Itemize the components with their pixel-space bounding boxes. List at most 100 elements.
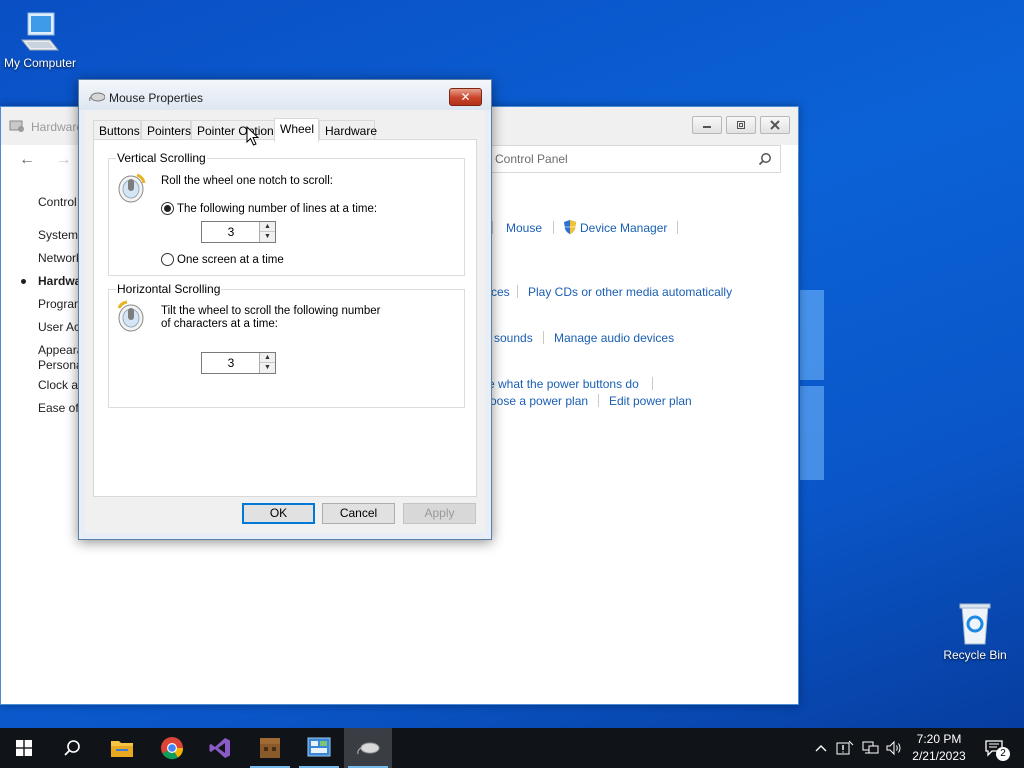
close-icon <box>770 120 780 130</box>
windows-logo-light <box>800 290 824 480</box>
network-icon[interactable] <box>861 740 879 756</box>
link-device-manager[interactable]: Device Manager <box>580 221 667 235</box>
desktop-icon-my-computer[interactable]: My Computer <box>0 10 80 70</box>
current-page-bullet <box>21 279 26 284</box>
clock-date: 2/21/2023 <box>912 749 966 763</box>
taskbar-file-explorer[interactable] <box>98 728 146 768</box>
clock-time: 7:20 PM <box>916 732 962 746</box>
wheel-tab-panel: Vertical Scrolling Roll the wheel one no… <box>93 139 477 497</box>
close-icon: ✕ <box>460 90 471 104</box>
horizontal-scrolling-group: Horizontal Scrolling Tilt the wheel to s… <box>108 282 465 408</box>
vertical-intro-text: Roll the wheel one notch to scroll: <box>161 175 333 187</box>
minimize-button[interactable] <box>692 116 722 134</box>
taskbar: 7:20 PM 2/21/2023 2 <box>0 728 1024 768</box>
one-screen-option-label[interactable]: One screen at a time <box>177 254 284 266</box>
dialog-titlebar[interactable]: Mouse Properties ✕ <box>79 80 491 110</box>
taskbar-chrome[interactable] <box>148 728 196 768</box>
restore-icon <box>737 121 745 129</box>
mouse-icon <box>357 742 380 755</box>
spinner-up-button[interactable]: ▲ <box>260 222 275 232</box>
dialog-title: Mouse Properties <box>109 91 204 105</box>
tab-pointers[interactable]: Pointers <box>141 120 191 140</box>
sidebar-item-clock[interactable]: Clock a <box>38 378 78 392</box>
computer-icon <box>20 12 60 51</box>
control-panel-icon <box>307 737 331 757</box>
volume-icon[interactable] <box>885 740 903 756</box>
link-separator <box>553 221 554 234</box>
forward-button[interactable]: → <box>55 151 71 168</box>
start-button[interactable] <box>0 728 48 768</box>
taskbar-visual-studio[interactable] <box>196 728 244 768</box>
link-autoplay-partial[interactable]: ces <box>491 285 510 299</box>
characters-value[interactable]: 3 <box>202 356 260 370</box>
chevron-up-icon[interactable] <box>814 741 828 755</box>
close-button[interactable] <box>760 116 790 134</box>
cancel-button[interactable]: Cancel <box>322 503 395 524</box>
vertical-scrolling-group: Vertical Scrolling Roll the wheel one no… <box>108 151 465 276</box>
link-play-cds[interactable]: Play CDs or other media automatically <box>528 285 732 299</box>
minecraft-icon <box>260 738 280 758</box>
taskbar-mouse-properties[interactable] <box>344 728 392 768</box>
characters-spinner[interactable]: 3 ▲ ▼ <box>201 352 276 374</box>
notification-center-button[interactable]: 2 <box>974 728 1016 768</box>
spinner-down-button[interactable]: ▼ <box>260 363 275 373</box>
tab-label: Wheel <box>280 122 315 136</box>
link-power-plan-partial[interactable]: oose a power plan <box>490 394 588 408</box>
sidebar-item-network[interactable]: Network <box>38 251 82 265</box>
sidebar-item-system[interactable]: System <box>38 228 78 242</box>
desktop-icon-label: Recycle Bin <box>943 648 1007 662</box>
group-label: Horizontal Scrolling <box>116 282 222 296</box>
sidebar-item-hardware[interactable]: Hardwa <box>38 274 81 288</box>
clock[interactable]: 7:20 PM 2/21/2023 <box>906 731 972 765</box>
taskbar-control-panel[interactable] <box>295 728 343 768</box>
minimize-icon <box>703 126 711 128</box>
desktop-icon-recycle-bin[interactable]: Recycle Bin <box>935 602 1015 662</box>
link-separator <box>677 221 678 234</box>
tab-pointer-options[interactable]: Pointer Options <box>191 120 280 140</box>
lines-value[interactable]: 3 <box>202 225 260 239</box>
apply-button[interactable]: Apply <box>403 503 476 524</box>
link-manage-audio-devices[interactable]: Manage audio devices <box>554 331 674 345</box>
window-title: Hardware <box>31 120 84 134</box>
sidebar-item-personalization[interactable]: Persona <box>38 358 83 372</box>
sidebar-item-control-panel-home[interactable]: Control <box>38 195 77 209</box>
search-icon <box>64 740 80 756</box>
radio-one-screen[interactable] <box>161 253 174 266</box>
spinner-down-button[interactable]: ▼ <box>260 232 275 242</box>
tab-buttons[interactable]: Buttons <box>93 120 141 140</box>
lines-option-label[interactable]: The following number of lines at a time: <box>177 203 377 215</box>
uac-shield-icon <box>564 220 576 234</box>
back-button[interactable]: ← <box>19 151 35 168</box>
link-separator <box>543 331 544 344</box>
tab-hardware[interactable]: Hardware <box>319 120 378 140</box>
link-power-buttons-partial[interactable]: e what the power buttons do <box>488 377 639 391</box>
tab-wheel[interactable]: Wheel <box>274 118 319 142</box>
link-separator <box>652 377 653 390</box>
recycle-bin-icon <box>959 603 991 645</box>
radio-lines-at-a-time[interactable] <box>161 202 174 215</box>
search-button[interactable] <box>48 728 96 768</box>
maximize-button[interactable] <box>726 116 756 134</box>
visual-studio-icon <box>209 738 230 758</box>
search-input[interactable]: Control Panel <box>489 145 781 173</box>
taskbar-minecraft[interactable] <box>246 728 294 768</box>
sidebar-item-user-accounts[interactable]: User Ac <box>38 320 80 334</box>
security-alert-icon[interactable] <box>836 740 854 756</box>
search-icon[interactable] <box>758 152 772 166</box>
mouse-properties-dialog: Mouse Properties ✕ Buttons Pointers Poin… <box>78 79 492 540</box>
spinner-up-button[interactable]: ▲ <box>260 353 275 363</box>
ok-button[interactable]: OK <box>242 503 315 524</box>
link-sounds-partial[interactable]: sounds <box>494 331 533 345</box>
link-separator <box>517 285 518 298</box>
dialog-close-button[interactable]: ✕ <box>449 88 482 106</box>
mouse-icon <box>89 92 105 102</box>
sidebar-item-appearance[interactable]: Appeara <box>38 343 83 357</box>
link-edit-power-plan[interactable]: Edit power plan <box>609 394 692 408</box>
mouse-tilt-wheel-icon <box>117 300 144 332</box>
horizontal-intro-line1: Tilt the wheel to scroll the following n… <box>161 305 381 317</box>
lines-spinner[interactable]: 3 ▲ ▼ <box>201 221 276 243</box>
link-mouse[interactable]: Mouse <box>506 221 542 235</box>
tab-label: Hardware <box>325 124 378 138</box>
desktop-icon-label: My Computer <box>3 56 77 70</box>
hardware-icon <box>9 120 24 132</box>
